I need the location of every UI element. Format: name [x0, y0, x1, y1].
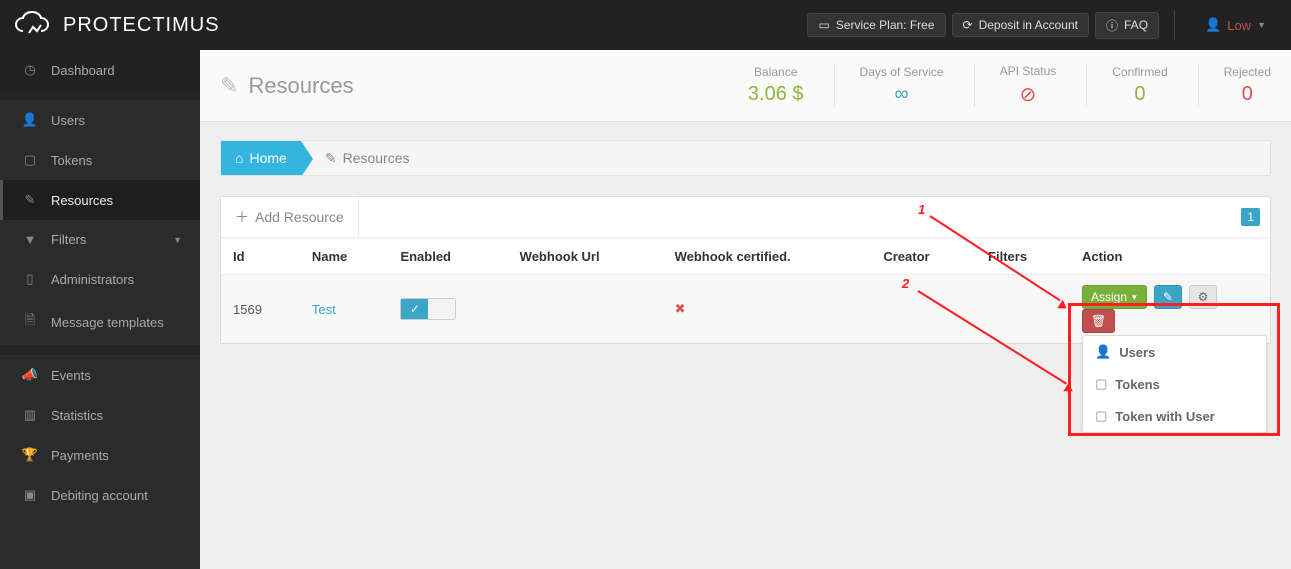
kpi-days: Days of Service∞ — [834, 65, 944, 106]
logo: PROTECTIMUS — [15, 11, 220, 39]
table-row: 1569 Test ✓ ✖ — [221, 275, 1270, 344]
home-icon: ⌂ — [235, 150, 243, 166]
main: ✎ Resources Balance3.06 $ Days of Servic… — [200, 50, 1291, 569]
token-icon: ▢ — [1095, 376, 1107, 392]
kpi-row: Balance3.06 $ Days of Service∞ API Statu… — [723, 64, 1271, 107]
enabled-toggle[interactable]: ✓ — [400, 298, 456, 320]
tokens-icon: ▢ — [21, 152, 39, 168]
cell-creator — [871, 275, 976, 344]
sidebar-item-tokens[interactable]: ▢ Tokens — [0, 140, 200, 180]
breadcrumb-current: ✎ Resources — [301, 150, 410, 167]
users-icon: 👤 — [21, 112, 39, 128]
cell-filters — [976, 275, 1070, 344]
delete-button[interactable]: 🗑 — [1082, 309, 1115, 333]
chevron-down-icon: ▼ — [173, 235, 182, 245]
admin-icon: ▯ — [21, 271, 39, 287]
col-webhook-url: Webhook Url — [508, 239, 663, 275]
sidebar-item-users[interactable]: 👤 Users — [0, 100, 200, 140]
settings-button[interactable]: ⚙ — [1189, 285, 1218, 309]
resources-table: Id Name Enabled Webhook Url Webhook cert… — [221, 238, 1270, 343]
sidebar-item-debiting[interactable]: ▣ Debiting account — [0, 475, 200, 515]
user-icon: 👤 — [1205, 17, 1221, 33]
resource-link[interactable]: Test — [312, 302, 336, 317]
brand-text: PROTECTIMUS — [63, 14, 220, 37]
assign-token-with-user[interactable]: ▢Token with User — [1083, 400, 1266, 432]
dashboard-icon: ◷ — [21, 62, 39, 78]
breadcrumb-home[interactable]: ⌂ Home — [221, 141, 301, 175]
debit-icon: ▣ — [21, 487, 39, 503]
kpi-balance: Balance3.06 $ — [723, 65, 804, 106]
payments-icon: 🏆 — [21, 447, 39, 463]
page-title: ✎ Resources — [220, 73, 354, 99]
page-head: ✎ Resources Balance3.06 $ Days of Servic… — [200, 50, 1291, 122]
chevron-down-icon: ▼ — [1130, 293, 1138, 302]
edit-icon: ✎ — [325, 150, 337, 167]
service-plan-button[interactable]: ▭ Service Plan: Free — [807, 13, 945, 37]
gear-icon: ⚙ — [1198, 290, 1209, 304]
sidebar-item-events[interactable]: 📣 Events — [0, 355, 200, 395]
sidebar: ◷ Dashboard 👤 Users ▢ Tokens ✎ Resources… — [0, 50, 200, 569]
page-number-badge[interactable]: 1 — [1241, 208, 1260, 226]
stats-icon: ▥ — [21, 407, 39, 423]
col-enabled: Enabled — [388, 239, 507, 275]
breadcrumb: ⌂ Home ✎ Resources — [220, 140, 1271, 176]
user-menu[interactable]: 👤 Low ▼ — [1195, 17, 1276, 33]
user-icon: 👤 — [1095, 344, 1111, 360]
check-icon: ✓ — [410, 302, 420, 316]
col-name: Name — [300, 239, 389, 275]
deposit-button[interactable]: ⟳ Deposit in Account — [952, 13, 1089, 37]
sidebar-item-administrators[interactable]: ▯ Administrators — [0, 259, 200, 299]
resources-panel: ＋ Add Resource 1 Id Name Enabled Webhook… — [220, 196, 1271, 344]
kpi-rejected: Rejected0 — [1198, 65, 1271, 106]
sidebar-item-dashboard[interactable]: ◷ Dashboard — [0, 50, 200, 90]
events-icon: 📣 — [21, 367, 39, 383]
top-header: PROTECTIMUS ▭ Service Plan: Free ⟳ Depos… — [0, 0, 1291, 50]
trash-icon: 🗑 — [1091, 314, 1106, 328]
plus-icon: ＋ — [235, 207, 249, 227]
refresh-icon: ⟳ — [963, 18, 973, 32]
add-resource-button[interactable]: ＋ Add Resource — [221, 197, 359, 237]
sidebar-item-statistics[interactable]: ▥ Statistics — [0, 395, 200, 435]
assign-tokens[interactable]: ▢Tokens — [1083, 368, 1266, 400]
col-action: Action — [1070, 239, 1270, 275]
col-filters: Filters — [976, 239, 1070, 275]
filters-icon: ▼ — [21, 232, 39, 247]
col-id: Id — [221, 239, 300, 275]
col-creator: Creator — [871, 239, 976, 275]
assign-users[interactable]: 👤Users — [1083, 336, 1266, 368]
assign-dropdown: 👤Users ▢Tokens ▢Token with User — [1082, 335, 1267, 433]
sidebar-item-filters[interactable]: ▼ Filters ▼ — [0, 220, 200, 259]
edit-button[interactable]: ✎ — [1154, 285, 1182, 309]
assign-button[interactable]: Assign ▼ — [1082, 285, 1147, 309]
template-icon: 🗎 — [21, 311, 39, 333]
kpi-confirmed: Confirmed0 — [1086, 65, 1167, 106]
cert-no-icon: ✖ — [675, 301, 686, 316]
cell-webhook-url — [508, 275, 663, 344]
cell-id: 1569 — [221, 275, 300, 344]
info-icon: ⓘ — [1106, 17, 1118, 34]
sidebar-item-payments[interactable]: 🏆 Payments — [0, 435, 200, 475]
faq-button[interactable]: ⓘ FAQ — [1095, 12, 1159, 39]
sidebar-item-resources[interactable]: ✎ Resources — [0, 180, 200, 220]
pencil-icon: ✎ — [1163, 290, 1173, 304]
col-webhook-cert: Webhook certified. — [663, 239, 872, 275]
resources-icon: ✎ — [21, 192, 39, 208]
sidebar-item-messages[interactable]: 🗎 Message templates — [0, 299, 200, 345]
token-icon: ▢ — [1095, 408, 1107, 424]
chevron-down-icon: ▼ — [1257, 20, 1266, 30]
edit-icon: ✎ — [220, 73, 238, 99]
kpi-api: API Status⊘ — [974, 64, 1057, 107]
money-icon: ▭ — [818, 18, 829, 32]
